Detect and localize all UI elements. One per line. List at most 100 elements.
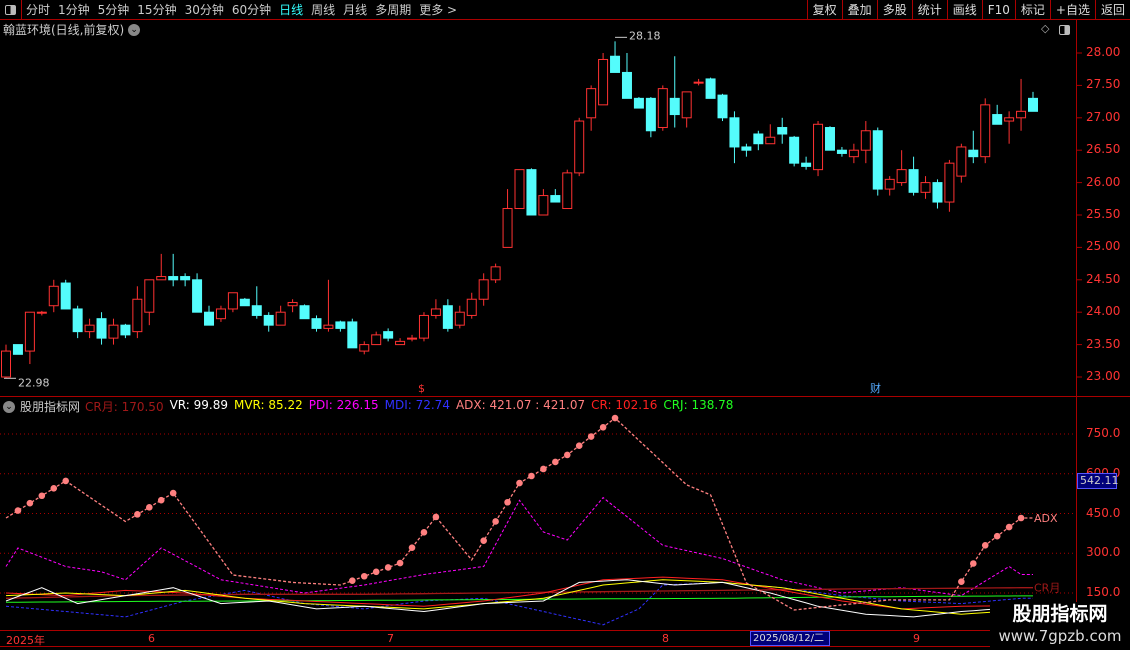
candle-body bbox=[741, 146, 752, 151]
x-label-7: 7 bbox=[387, 632, 394, 645]
indicator-value: CRJ: 138.78 bbox=[663, 398, 734, 412]
candle-body bbox=[454, 311, 465, 326]
candle-body bbox=[502, 208, 513, 248]
candle-body bbox=[514, 169, 525, 210]
x-label-9: 9 bbox=[913, 632, 920, 645]
candle-body bbox=[1028, 97, 1038, 112]
adx-tag: ADX bbox=[1034, 512, 1058, 525]
candle-body bbox=[239, 298, 250, 307]
candle-body bbox=[12, 344, 23, 355]
price-axis-label: 26.00 bbox=[1086, 174, 1121, 189]
candle-body bbox=[1004, 117, 1015, 122]
candle-body bbox=[72, 308, 83, 333]
candle-body bbox=[562, 172, 573, 210]
adx-dot bbox=[480, 537, 487, 544]
candle-body bbox=[789, 136, 800, 164]
price-axis-label: 23.50 bbox=[1086, 336, 1121, 351]
candle-body bbox=[180, 276, 191, 281]
candle-body bbox=[430, 308, 441, 316]
adx-dot bbox=[360, 572, 368, 580]
adx-dot bbox=[396, 559, 404, 567]
indicator-header: ⌄ 股朋指标网 CR月: 170.50 VR: 99.89 MVR: 85.22 PD… bbox=[3, 398, 733, 415]
indicator-value: PDI: 226.15 bbox=[308, 398, 379, 412]
adx-dot bbox=[575, 442, 583, 450]
indicator-value: VR: 99.89 bbox=[169, 398, 228, 412]
candle-body bbox=[729, 117, 740, 148]
x-label-8: 8 bbox=[662, 632, 669, 645]
candle-body bbox=[323, 324, 334, 329]
chevron-down-icon[interactable]: ⌄ bbox=[3, 400, 15, 413]
watermark-url: www.7gpzb.com bbox=[998, 627, 1122, 645]
indicator-axis-label: 150.0 bbox=[1086, 585, 1121, 599]
candle-body bbox=[836, 149, 847, 154]
watermark: 股朋指标网 www.7gpzb.com bbox=[990, 602, 1130, 650]
s-marker: $ bbox=[418, 382, 425, 395]
price-axis-label: 28.00 bbox=[1086, 45, 1121, 59]
candle-body bbox=[263, 314, 274, 326]
candle-body bbox=[538, 195, 549, 216]
candle-body bbox=[251, 305, 262, 316]
adx-dot bbox=[134, 511, 141, 518]
price-axis-label: 26.50 bbox=[1086, 142, 1121, 157]
adx-dot bbox=[516, 479, 523, 487]
adx-dot bbox=[384, 564, 392, 571]
adx-dot bbox=[62, 477, 70, 485]
candle-body bbox=[681, 91, 692, 119]
price-axis-label: 25.00 bbox=[1086, 239, 1121, 254]
candle-body bbox=[944, 162, 955, 203]
adx-dot bbox=[540, 465, 547, 473]
adx-dot bbox=[1005, 523, 1013, 531]
candle-body bbox=[980, 104, 991, 158]
candle-body bbox=[24, 311, 35, 352]
candle-body bbox=[693, 81, 704, 84]
price-axis-label: 23.00 bbox=[1086, 369, 1121, 383]
indicator-name[interactable]: 股朋指标网 bbox=[20, 398, 80, 415]
candle-body bbox=[801, 162, 812, 167]
candle-body bbox=[490, 266, 501, 281]
crm-tag: CR月 bbox=[1034, 582, 1060, 595]
candle-body bbox=[848, 149, 859, 158]
candle-body bbox=[395, 340, 406, 346]
watermark-title: 股朋指标网 bbox=[1012, 603, 1108, 625]
series-line-adx bbox=[5, 417, 1033, 611]
candle-body bbox=[765, 136, 776, 145]
candle-body bbox=[478, 279, 489, 300]
adx-dot bbox=[157, 496, 165, 504]
candle-body bbox=[884, 178, 895, 190]
adx-dot bbox=[599, 424, 607, 431]
indicator-value: MDI: 72.74 bbox=[384, 398, 450, 412]
candle-body bbox=[908, 169, 919, 193]
price-axis-label: 25.50 bbox=[1086, 207, 1121, 221]
candle-body bbox=[120, 324, 131, 336]
chart-canvas[interactable]: 28.18 22.98 $ 财 ADX CR月 bbox=[0, 0, 1130, 650]
candle-body bbox=[36, 311, 47, 314]
candle-body bbox=[621, 71, 632, 99]
adx-dot bbox=[14, 507, 22, 514]
candle-body bbox=[657, 88, 668, 129]
candle-body bbox=[347, 321, 358, 349]
x-label-6: 6 bbox=[148, 632, 155, 645]
candle-body bbox=[550, 195, 561, 203]
candle-body bbox=[813, 123, 824, 171]
candle-body bbox=[610, 55, 621, 73]
candle-body bbox=[442, 305, 453, 329]
candle-body bbox=[896, 169, 907, 184]
current-value-badge: 542.11 bbox=[1077, 473, 1119, 489]
adx-dot bbox=[492, 518, 499, 525]
candle-body bbox=[156, 276, 167, 281]
price-axis-label: 24.00 bbox=[1086, 304, 1121, 319]
adx-dot bbox=[432, 513, 440, 521]
candle-body bbox=[992, 114, 1003, 125]
price-axis-label: 27.50 bbox=[1086, 77, 1121, 92]
adx-dot bbox=[50, 485, 58, 492]
candle-body bbox=[204, 311, 215, 326]
adx-dot bbox=[38, 492, 46, 500]
adx-dot bbox=[563, 451, 571, 459]
candle-body bbox=[383, 331, 394, 339]
candle-body bbox=[956, 146, 967, 177]
adx-dot bbox=[408, 544, 416, 551]
candle-body bbox=[168, 276, 179, 281]
candle-body bbox=[633, 97, 644, 109]
candle-body bbox=[275, 311, 286, 326]
candle-body bbox=[1016, 110, 1027, 119]
